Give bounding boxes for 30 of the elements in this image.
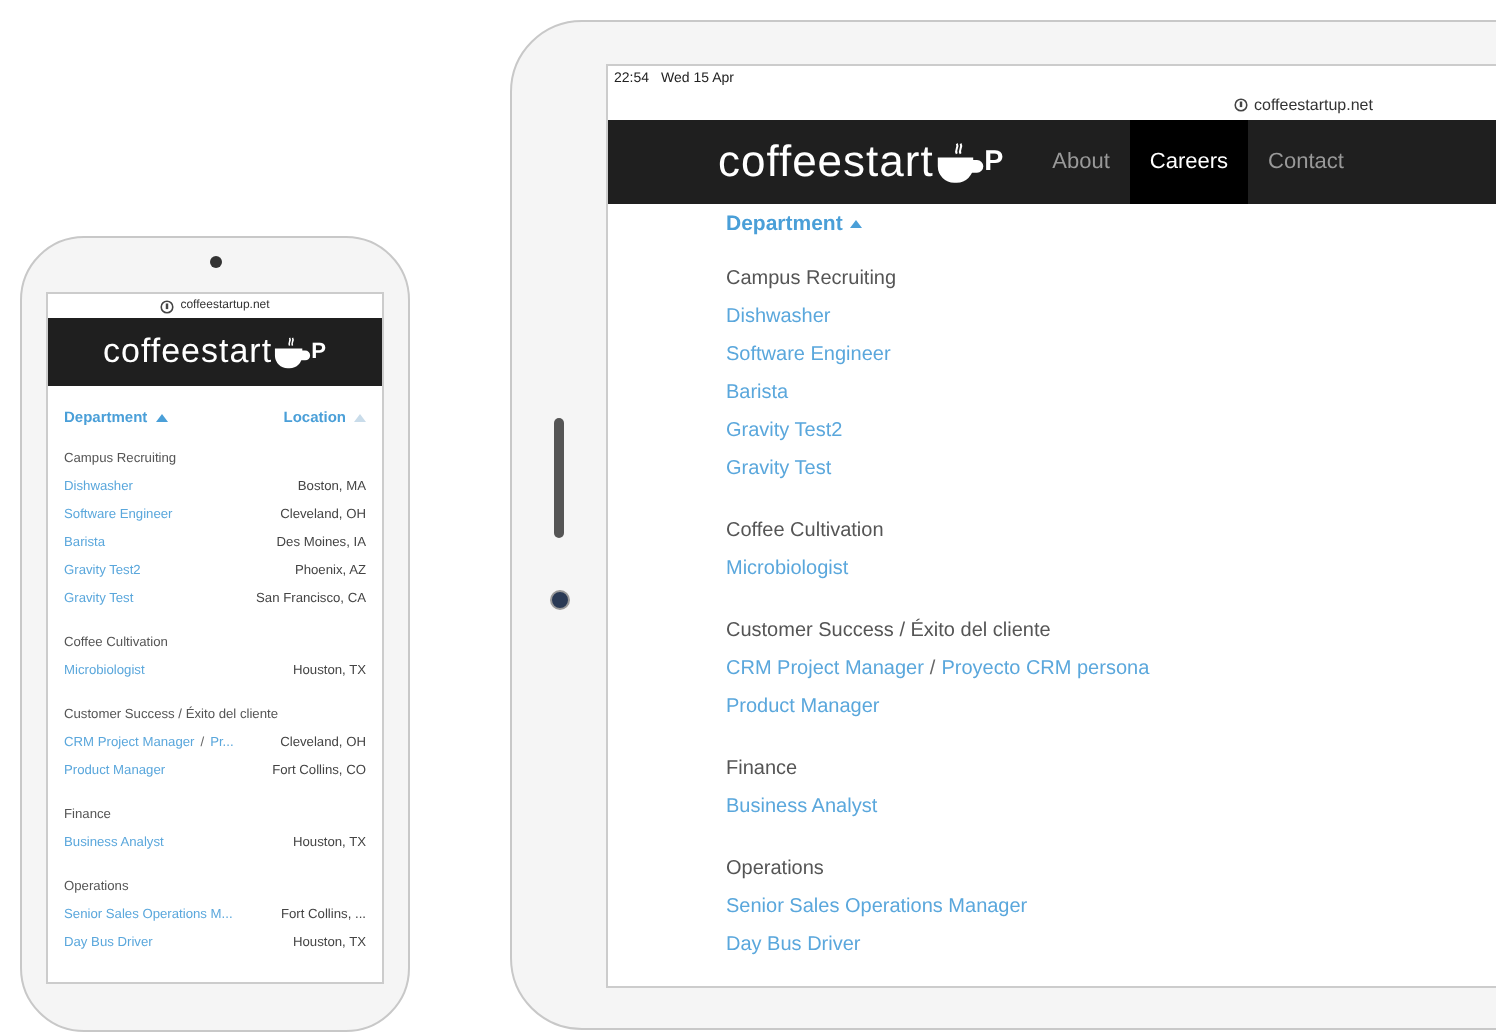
nav-tab[interactable]: Careers <box>1129 120 1249 204</box>
job-link[interactable]: Gravity Test <box>726 458 832 480</box>
job-link[interactable]: Senior Sales Operations Manager <box>726 896 1028 918</box>
department-heading: Operations <box>726 856 826 884</box>
job-link[interactable]: Product Manager <box>726 696 880 718</box>
camera-icon <box>209 256 221 268</box>
nav-tab[interactable]: About <box>1032 120 1130 204</box>
department-heading: Campus Recruiting <box>726 266 899 294</box>
url-text: coffeestartup.net <box>1254 96 1373 114</box>
coffee-cup-icon <box>272 332 312 372</box>
department-heading: Coffee Cultivation <box>726 518 886 546</box>
camera-icon <box>549 590 569 610</box>
sort-header[interactable]: Department <box>726 212 863 236</box>
logo-text: P <box>984 146 1005 178</box>
job-link[interactable]: CRM Project Manager <box>726 658 924 680</box>
job-link[interactable]: Proyecto CRM persona <box>941 658 1150 680</box>
separator-text: / <box>929 658 936 680</box>
logo-text: P <box>311 340 327 364</box>
job-link[interactable]: Barista <box>726 382 789 404</box>
logo-text: coffeestart <box>103 332 273 372</box>
department-heading: Finance <box>726 756 800 784</box>
job-link[interactable]: Gravity Test2 <box>726 420 843 442</box>
job-link[interactable]: Software Engineer <box>726 344 891 366</box>
department-heading: Customer Success / Éxito del cliente <box>726 616 1053 646</box>
logo-text: coffeestart <box>718 136 934 188</box>
nav-tab[interactable]: Contact <box>1248 120 1364 204</box>
job-link[interactable]: Business Analyst <box>726 796 878 818</box>
job-link[interactable]: Day Bus Driver <box>726 934 861 956</box>
job-link[interactable]: Microbiologist <box>726 558 849 580</box>
job-link[interactable]: Dishwasher <box>726 306 831 328</box>
